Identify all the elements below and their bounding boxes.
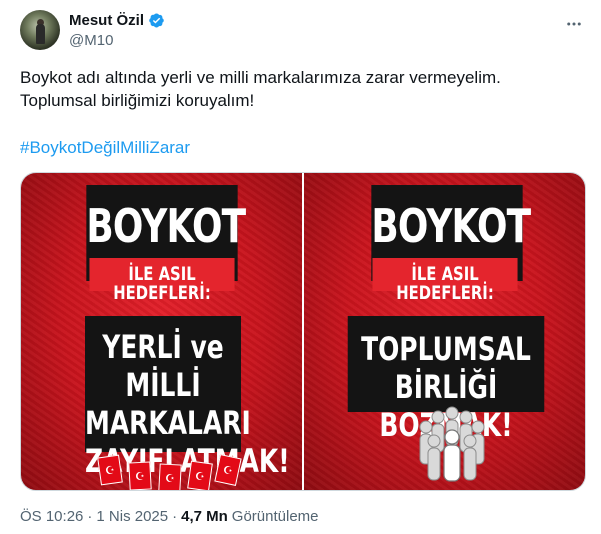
image-main-line: YERLİ ve MİLLİ xyxy=(102,328,224,404)
more-icon[interactable] xyxy=(564,14,584,34)
turkish-flag-icon: ☪ xyxy=(214,454,242,486)
handle[interactable]: @M10 xyxy=(69,32,113,49)
image-subtitle: İLE ASIL HEDEFLERİ: xyxy=(372,258,518,303)
tweet: Mesut Özil @M10 Boykot adı altında yerli… xyxy=(0,0,601,534)
footer-separator: · xyxy=(87,508,93,525)
tweet-text-line: Boykot adı altında yerli ve milli markal… xyxy=(20,68,501,87)
avatar[interactable] xyxy=(20,10,60,50)
tweet-header: Mesut Özil @M10 xyxy=(20,8,586,52)
hashtag-link[interactable]: #BoykotDeğilMilliZarar xyxy=(20,136,190,159)
turkish-flag-icon: ☪ xyxy=(97,454,123,486)
turkish-flag-icon: ☪ xyxy=(158,463,182,490)
media-image-right[interactable]: BOYKOT İLE ASIL HEDEFLERİ: TOPLUMSAL BİR… xyxy=(304,173,585,490)
media-image-left[interactable]: BOYKOT İLE ASIL HEDEFLERİ: YERLİ ve MİLL… xyxy=(21,173,302,490)
footer-separator: · xyxy=(172,508,178,525)
tweet-text: Boykot adı altında yerli ve milli markal… xyxy=(20,66,580,112)
turkish-flag-icon: ☪ xyxy=(187,460,213,490)
tweet-time[interactable]: ÖS 10:26 xyxy=(20,508,83,525)
views-count: 4,7 Mn xyxy=(181,508,228,525)
image-main-text: TOPLUMSAL BİRLİĞİ BOZMAK! xyxy=(347,316,545,444)
image-main-line: MARKALARI xyxy=(85,404,251,442)
display-name[interactable]: Mesut Özil xyxy=(69,12,144,29)
tweet-text-line: Toplumsal birliğimizi koruyalım! xyxy=(20,91,255,110)
image-main-text: YERLİ ve MİLLİ MARKALARI ZAYIFLATMAK! xyxy=(85,316,290,480)
name-row: Mesut Özil xyxy=(69,12,165,29)
tweet-date[interactable]: 1 Nis 2025 xyxy=(96,508,168,525)
crowd-illustration-icon xyxy=(419,406,485,482)
image-subtitle: İLE ASIL HEDEFLERİ: xyxy=(89,258,235,303)
image-main-line: TOPLUMSAL BİRLİĞİ xyxy=(361,330,531,406)
media-grid: BOYKOT İLE ASIL HEDEFLERİ: YERLİ ve MİLL… xyxy=(20,172,586,491)
verified-badge-icon xyxy=(149,13,164,28)
turkish-flag-icon: ☪ xyxy=(128,461,152,490)
flag-bunting: ☪ ☪ ☪ ☪ ☪ xyxy=(97,454,242,490)
tweet-footer: ÖS 10:26 · 1 Nis 2025 · 4,7 Mn Görüntüle… xyxy=(20,508,319,525)
views-label: Görüntüleme xyxy=(231,508,319,525)
avatar-figure xyxy=(36,24,45,44)
